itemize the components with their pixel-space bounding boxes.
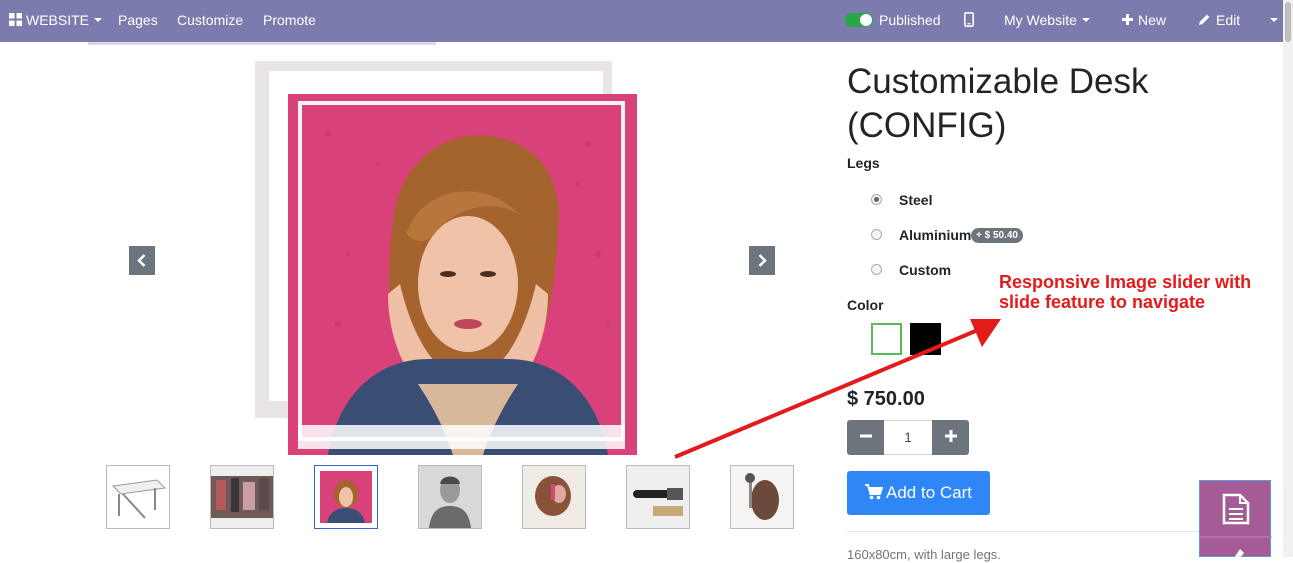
- thumbnail-street[interactable]: [210, 465, 274, 529]
- legs-option-custom-label[interactable]: Custom: [899, 262, 951, 278]
- edit-label: Edit: [1216, 12, 1241, 28]
- new-label: New: [1138, 12, 1167, 28]
- caret-down-icon: [1081, 18, 1090, 23]
- annotation-arrow: [674, 319, 1001, 459]
- legs-option-aluminium-label[interactable]: Aluminium: [899, 227, 971, 243]
- product-description: 160x80cm, with large legs.: [847, 547, 1001, 562]
- customize-menu[interactable]: Customize: [177, 0, 243, 42]
- legs-radio-custom[interactable]: [871, 264, 882, 275]
- document-icon: [1200, 493, 1272, 558]
- apps-grid-icon: [9, 13, 22, 27]
- street-thumbnail-image: [211, 466, 273, 528]
- plus-icon: [1122, 14, 1133, 26]
- gallery-next-button[interactable]: [749, 246, 775, 275]
- new-button[interactable]: New: [1122, 0, 1166, 42]
- edit-button[interactable]: Edit: [1198, 0, 1240, 42]
- chevron-left-icon: [137, 254, 146, 267]
- tools-thumbnail-image: [627, 466, 689, 528]
- thumbnail-tools[interactable]: [626, 465, 690, 529]
- page-scrollbar[interactable]: [1283, 0, 1293, 557]
- woman-pink-thumbnail-image: [315, 466, 377, 528]
- thumbnail-man-portrait[interactable]: [418, 465, 482, 529]
- annotation-line-1: Responsive Image slider with: [999, 272, 1252, 292]
- section-divider: [847, 531, 1207, 532]
- hair-thumbnail-image: [523, 466, 585, 528]
- mobile-phone-icon: [964, 12, 974, 28]
- nav-underline: [88, 42, 436, 45]
- add-to-cart-label: Add to Cart: [886, 483, 972, 502]
- thumbnail-hair[interactable]: [522, 465, 586, 529]
- website-menu-label: WEBSITE: [26, 12, 90, 28]
- image-bottom-band: [298, 425, 625, 449]
- thumbnail-woman-pink[interactable]: [314, 465, 378, 529]
- mobile-preview-button[interactable]: [964, 0, 974, 42]
- thumbnail-desk[interactable]: [106, 465, 170, 529]
- add-to-cart-button[interactable]: Add to Cart: [847, 471, 990, 515]
- legs-label: Legs: [847, 155, 880, 171]
- chevron-right-icon: [758, 254, 767, 267]
- my-website-label: My Website: [1004, 12, 1077, 28]
- gallery-prev-button[interactable]: [129, 246, 155, 275]
- scrollbar-thumb[interactable]: [1285, 2, 1291, 42]
- publish-toggle[interactable]: Published: [845, 0, 941, 42]
- legs-radio-steel[interactable]: [871, 194, 882, 205]
- thumbnail-woman-hair[interactable]: [730, 465, 794, 529]
- price-extra-badge: + $ 50.40: [971, 228, 1023, 243]
- shopping-cart-icon: [865, 484, 884, 500]
- toggle-switch-icon: [845, 12, 873, 27]
- pencil-icon: [1199, 14, 1210, 26]
- my-website-menu[interactable]: My Website: [1004, 0, 1090, 42]
- legs-option-steel-label[interactable]: Steel: [899, 192, 932, 208]
- color-label: Color: [847, 297, 884, 313]
- legs-radio-aluminium[interactable]: [871, 229, 882, 240]
- caret-down-icon: [1270, 18, 1278, 23]
- annotation-text: Responsive Image slider with slide featu…: [999, 272, 1251, 312]
- man-portrait-thumbnail-image: [419, 466, 481, 528]
- website-menu[interactable]: WEBSITE: [9, 0, 103, 42]
- website-navbar: WEBSITE Pages Customize Promote Publishe…: [0, 0, 1283, 42]
- caret-down-icon: [94, 18, 103, 23]
- promote-menu[interactable]: Promote: [263, 0, 316, 42]
- desk-thumbnail-image: [107, 466, 169, 528]
- more-menu-toggle[interactable]: [1265, 0, 1278, 42]
- product-title: Customizable Desk (CONFIG): [847, 62, 1149, 145]
- image-frame-line: [298, 101, 625, 441]
- published-label: Published: [879, 12, 941, 28]
- product-main-image[interactable]: [288, 94, 637, 455]
- floating-action-panel[interactable]: [1199, 480, 1272, 558]
- annotation-line-2: slide feature to navigate: [999, 292, 1206, 312]
- pages-menu[interactable]: Pages: [118, 0, 158, 42]
- woman-hair-thumbnail-image: [731, 466, 793, 528]
